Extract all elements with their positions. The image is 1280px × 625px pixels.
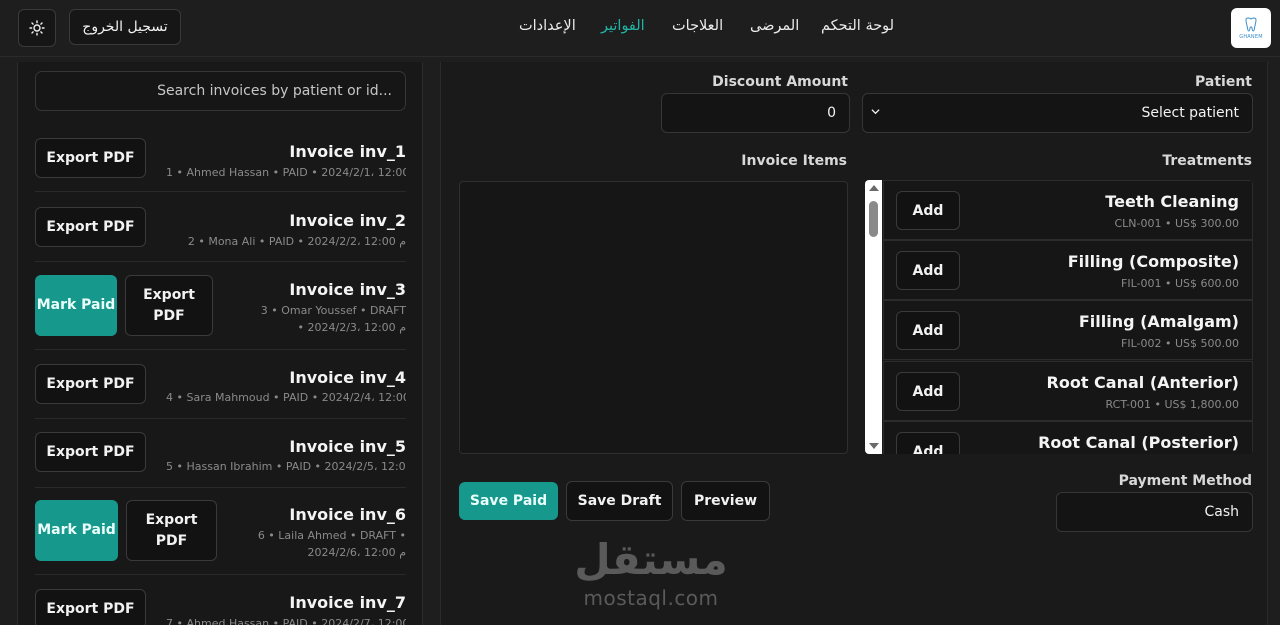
export-pdf-button[interactable]: Export PDF <box>35 138 146 178</box>
discount-label: Discount Amount <box>712 74 848 90</box>
mark-paid-button[interactable]: Mark Paid <box>35 500 118 561</box>
treatment-name: Filling (Amalgam) <box>1078 312 1239 331</box>
list-item: Invoice inv_3 3 • Omar Youssef • DRAFT •… <box>35 267 406 350</box>
chevron-down-icon <box>871 109 880 115</box>
list-item: Invoice inv_6 6 • Laila Ahmed • DRAFT • … <box>35 492 406 575</box>
treatments-list[interactable]: Teeth Cleaning CLN-001 • US$ 300.00 Add … <box>865 180 1253 454</box>
invoice-title: Invoice inv_5 <box>289 437 406 456</box>
treatment-meta: RCT-001 • US$ 1,800.00 <box>1105 398 1239 411</box>
export-pdf-button[interactable]: Export PDF <box>126 500 217 561</box>
search-input[interactable] <box>35 71 406 111</box>
watermark: مستقل mostaql.com <box>561 534 741 610</box>
treatment-meta: CLN-001 • US$ 300.00 <box>1114 217 1239 230</box>
treatment-row: Root Canal (Posterior) Add <box>883 421 1253 454</box>
add-treatment-button[interactable]: Add <box>896 311 960 350</box>
tooth-icon <box>1245 16 1257 31</box>
treatment-name: Root Canal (Posterior) <box>1038 433 1239 452</box>
list-item: Invoice inv_1 1 • Ahmed Hassan • PAID • … <box>35 129 406 192</box>
preview-button[interactable]: Preview <box>681 481 770 521</box>
invoice-title: Invoice inv_3 <box>289 280 406 299</box>
export-pdf-button[interactable]: Export PDF <box>35 432 146 472</box>
scroll-up-arrow-icon[interactable] <box>869 185 879 191</box>
invoice-meta: 2 • Mona Ali • PAID • 2024/2/2، 12:00 م <box>187 235 406 248</box>
mark-paid-button[interactable]: Mark Paid <box>35 275 117 336</box>
watermark-latin: mostaql.com <box>583 586 719 610</box>
logout-button[interactable]: تسجيل الخروج <box>69 9 181 45</box>
treatment-name: Teeth Cleaning <box>1105 192 1239 211</box>
treatment-row: Filling (Composite) FIL-001 • US$ 600.00… <box>883 240 1253 300</box>
patient-label: Patient <box>1195 74 1252 90</box>
logo-text: GHANEM <box>1239 33 1263 40</box>
theme-toggle-button[interactable] <box>18 9 56 47</box>
add-treatment-button[interactable]: Add <box>896 251 960 290</box>
add-treatment-button[interactable]: Add <box>896 432 960 454</box>
treatments-label: Treatments <box>1162 153 1252 169</box>
treatment-row: Root Canal (Anterior) RCT-001 • US$ 1,80… <box>883 361 1253 421</box>
export-pdf-button[interactable]: Export PDF <box>35 589 146 625</box>
invoice-title: Invoice inv_4 <box>289 368 406 387</box>
list-item: Invoice inv_4 4 • Sara Mahmoud • PAID • … <box>35 356 406 419</box>
patient-select-value: Select patient <box>1141 105 1239 121</box>
sun-icon <box>29 20 45 36</box>
list-item: Invoice inv_5 5 • Hassan Ibrahim • PAID … <box>35 424 406 488</box>
treatment-meta: FIL-002 • US$ 500.00 <box>1121 337 1239 350</box>
invoice-meta: 3 • Omar Youssef • DRAFT • 2024/2/3، 12:… <box>260 304 406 334</box>
export-pdf-button[interactable]: Export PDF <box>35 364 146 404</box>
export-pdf-button[interactable]: Export PDF <box>125 275 213 336</box>
scroll-down-arrow-icon[interactable] <box>869 443 879 449</box>
treatment-row: Filling (Amalgam) FIL-002 • US$ 500.00 A… <box>883 300 1253 360</box>
invoice-meta: 6 • Laila Ahmed • DRAFT • 2024/2/6، 12:0… <box>257 529 406 559</box>
invoice-form-panel: Patient Select patient Discount Amount 0… <box>440 62 1268 625</box>
add-treatment-button[interactable]: Add <box>896 191 960 230</box>
watermark-arabic: مستقل <box>574 535 728 584</box>
treatment-name: Root Canal (Anterior) <box>1046 373 1239 392</box>
scroll-thumb[interactable] <box>869 201 878 237</box>
invoice-items-list[interactable] <box>459 181 848 454</box>
invoice-items-label: Invoice Items <box>741 153 847 169</box>
invoice-meta: 5 • Hassan Ibrahim • PAID • 2024/2/5، 12… <box>166 460 406 473</box>
patient-select[interactable]: Select patient <box>862 93 1253 133</box>
invoice-list-panel: Invoice inv_1 1 • Ahmed Hassan • PAID • … <box>17 62 423 625</box>
nav-dashboard[interactable]: لوحة التحكم <box>821 18 894 34</box>
nav-settings[interactable]: الإعدادات <box>519 18 576 34</box>
treatment-row: Teeth Cleaning CLN-001 • US$ 300.00 Add <box>883 180 1253 240</box>
top-header: تسجيل الخروج لوحة التحكم المرضى العلاجات… <box>0 0 1280 57</box>
list-item: Invoice inv_2 2 • Mona Ali • PAID • 2024… <box>35 198 406 262</box>
treatment-meta: FIL-001 • US$ 600.00 <box>1121 277 1239 290</box>
invoice-meta: 1 • Ahmed Hassan • PAID • 2024/2/1، 12:0… <box>166 166 406 179</box>
invoice-meta: 7 • Ahmed Hassan • PAID • 2024/2/7، 12:0… <box>166 617 406 625</box>
save-paid-button[interactable]: Save Paid <box>459 482 558 520</box>
invoice-title: Invoice inv_1 <box>289 142 406 161</box>
invoice-title: Invoice inv_6 <box>289 505 406 524</box>
list-item: Invoice inv_7 7 • Ahmed Hassan • PAID • … <box>35 580 406 625</box>
clinic-logo[interactable]: GHANEM <box>1231 8 1271 48</box>
scrollbar[interactable] <box>865 180 882 454</box>
add-treatment-button[interactable]: Add <box>896 372 960 411</box>
discount-input[interactable]: 0 <box>661 93 850 133</box>
treatment-name: Filling (Composite) <box>1067 252 1239 271</box>
nav-patients[interactable]: المرضى <box>750 18 799 34</box>
payment-method-label: Payment Method <box>1118 473 1252 489</box>
nav-treatments[interactable]: العلاجات <box>672 18 723 34</box>
export-pdf-button[interactable]: Export PDF <box>35 207 146 247</box>
invoice-title: Invoice inv_7 <box>289 593 406 612</box>
nav-invoices[interactable]: الفواتير <box>601 18 645 34</box>
save-draft-button[interactable]: Save Draft <box>566 481 673 521</box>
payment-method-select[interactable]: Cash <box>1056 492 1253 532</box>
invoice-meta: 4 • Sara Mahmoud • PAID • 2024/2/4، 12:0… <box>166 391 406 404</box>
invoice-title: Invoice inv_2 <box>289 211 406 230</box>
